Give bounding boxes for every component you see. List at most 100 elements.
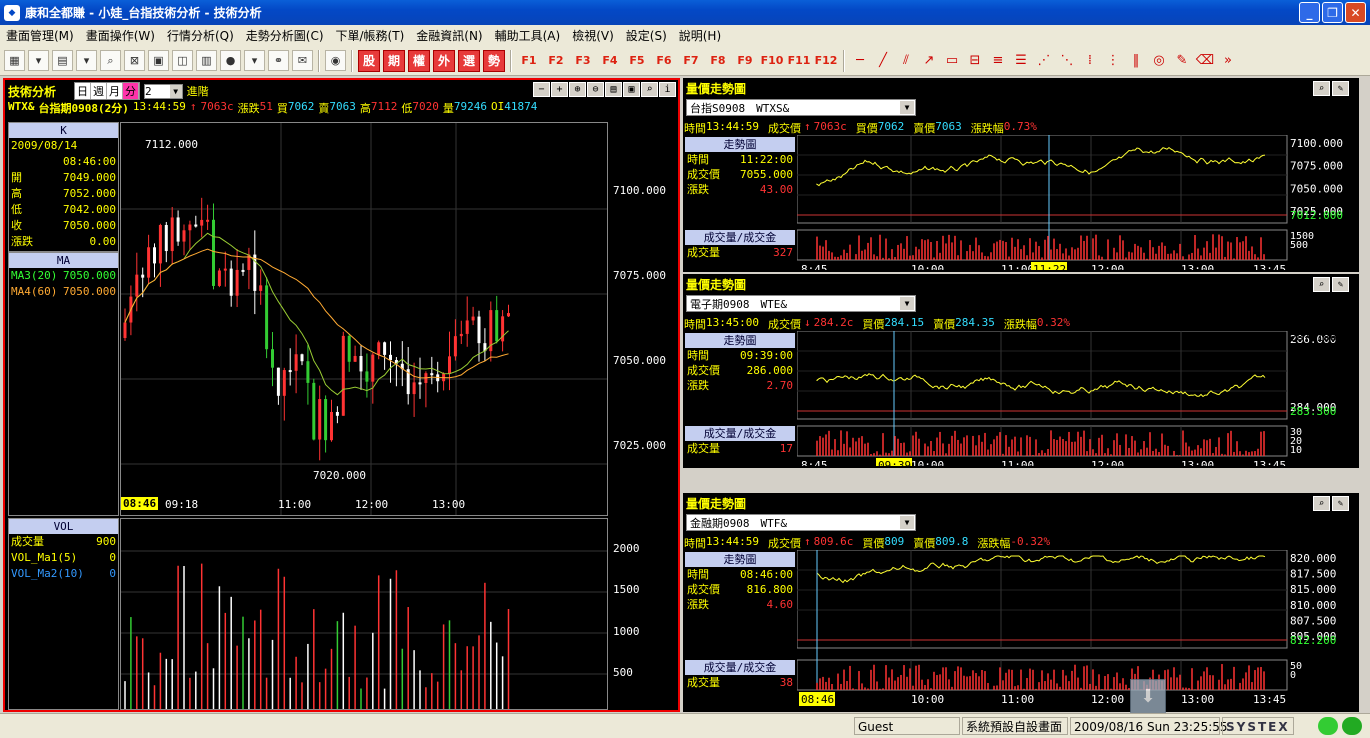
f7-key[interactable]: F7 (679, 54, 703, 67)
menu-item[interactable]: 畫面管理(M) (0, 27, 80, 44)
more-tools-icon[interactable]: » (1218, 51, 1238, 71)
quote-ask: 7063 (329, 100, 356, 113)
line-tool-icon[interactable]: ╱ (873, 51, 893, 71)
f10-key[interactable]: F10 (760, 54, 784, 67)
search-icon[interactable]: ⌕ (1313, 81, 1330, 96)
zoom-out-icon[interactable]: ⊖ (587, 82, 604, 97)
volume-chart[interactable] (120, 518, 608, 710)
symbol-select[interactable]: 金融期0908 WTF& ▼ (686, 514, 916, 531)
parallel-tool-icon[interactable]: ⫽ (896, 51, 916, 71)
gann-tool-icon[interactable]: ⋱ (1057, 51, 1077, 71)
menu-item[interactable]: 檢視(V) (566, 27, 620, 44)
tile-icon[interactable]: ◫ (172, 50, 193, 71)
close-button[interactable]: ✕ (1345, 2, 1366, 23)
period-day[interactable]: 日 (75, 83, 92, 99)
foreign-button[interactable]: 外 (433, 49, 455, 72)
hline-tool-icon[interactable]: ─ (850, 51, 870, 71)
arrow-tool-icon[interactable]: ↗ (919, 51, 939, 71)
advanced-link[interactable]: 進階 (187, 83, 209, 99)
f8-key[interactable]: F8 (706, 54, 730, 67)
table-icon[interactable]: ▥ (196, 50, 217, 71)
trend-svg[interactable]: 7100.0007075.0007050.0007025.0007012.000… (797, 135, 1357, 270)
settings-icon[interactable]: ✎ (1332, 81, 1349, 96)
axis-tick: 7075.000 (1290, 160, 1343, 173)
fib-tool-icon[interactable]: ≡ (988, 51, 1008, 71)
futures-button[interactable]: 期 (383, 49, 405, 72)
volume-info: 成交量/成交金 成交量 327 (685, 230, 795, 260)
info-icon[interactable]: i (659, 82, 676, 97)
logo-icon[interactable]: ◉ (325, 50, 346, 71)
search-icon[interactable]: ⌕ (1313, 496, 1330, 511)
f9-key[interactable]: F9 (733, 54, 757, 67)
trend-svg[interactable]: 286.000284.000283.300287.1863020108:45 10… (797, 331, 1357, 466)
period-minute[interactable]: 分 (123, 83, 140, 99)
symbol-select[interactable]: 電子期0908 WTE& ▼ (686, 295, 916, 312)
cycle-tool-icon[interactable]: ⁞ (1080, 51, 1100, 71)
f6-key[interactable]: F6 (652, 54, 676, 67)
q-bid-label: 買價 (862, 537, 885, 550)
search-icon[interactable]: ⌕ (1313, 277, 1330, 292)
download-icon[interactable]: ⬇ (1130, 679, 1166, 713)
trend-svg[interactable]: 820.000817.500815.000810.000807.500805.0… (797, 550, 1357, 710)
stock-button[interactable]: 股 (358, 49, 380, 72)
f2-key[interactable]: F2 (544, 54, 568, 67)
menu-item[interactable]: 金融資訊(N) (410, 27, 488, 44)
menu-item[interactable]: 行情分析(Q) (161, 27, 240, 44)
f5-key[interactable]: F5 (625, 54, 649, 67)
period-week[interactable]: 週 (91, 83, 108, 99)
f3-key[interactable]: F3 (571, 54, 595, 67)
document-icon[interactable]: ▤ (52, 50, 73, 71)
channel-tool-icon[interactable]: ⊟ (965, 51, 985, 71)
panel-title: 量價走勢圖 (686, 497, 747, 511)
grid-tool-icon[interactable]: ⋮ (1103, 51, 1123, 71)
save-icon[interactable]: ▣ (623, 82, 640, 97)
eraser-tool-icon[interactable]: ⌫ (1195, 51, 1215, 71)
menu-item[interactable]: 輔助工具(A) (489, 27, 567, 44)
interval-select[interactable]: 2 ▼ (144, 83, 183, 99)
search-icon[interactable]: ⌕ (641, 82, 658, 97)
q-pct: 0.32% (1036, 316, 1070, 329)
plus-icon[interactable]: + (551, 82, 568, 97)
time-tick: 12:00 (1091, 459, 1124, 466)
trend-button[interactable]: 勢 (483, 49, 505, 72)
f11-key[interactable]: F11 (787, 54, 811, 67)
rect-tool-icon[interactable]: ▭ (942, 51, 962, 71)
minimize-button[interactable]: _ (1299, 2, 1320, 23)
dropdown-icon[interactable]: ▾ (244, 50, 265, 71)
layout-icon[interactable]: ▦ (4, 50, 25, 71)
pen-tool-icon[interactable]: ✎ (1172, 51, 1192, 71)
minus-icon[interactable]: − (533, 82, 550, 97)
candle-body (459, 333, 463, 337)
menu-item[interactable]: 說明(H) (673, 27, 727, 44)
select-button[interactable]: 選 (458, 49, 480, 72)
close-window-icon[interactable]: ⊠ (124, 50, 145, 71)
period-month[interactable]: 月 (107, 83, 124, 99)
mail-icon[interactable]: ✉ (292, 50, 313, 71)
menu-item[interactable]: 下單/帳務(T) (330, 27, 411, 44)
levels-tool-icon[interactable]: ☰ (1011, 51, 1031, 71)
window-icon[interactable]: ▣ (148, 50, 169, 71)
zoom-in-icon[interactable]: ⊕ (569, 82, 586, 97)
menu-item[interactable]: 走勢分析圖(C) (240, 27, 330, 44)
f1-key[interactable]: F1 (517, 54, 541, 67)
menu-item[interactable]: 畫面操作(W) (80, 27, 161, 44)
f4-key[interactable]: F4 (598, 54, 622, 67)
settings-icon[interactable]: ✎ (1332, 277, 1349, 292)
link-icon[interactable]: ⚭ (268, 50, 289, 71)
symbol-value: 電子期0908 WTE& (690, 297, 787, 311)
dropdown-icon[interactable]: ▾ (76, 50, 97, 71)
f12-key[interactable]: F12 (814, 54, 838, 67)
fan-tool-icon[interactable]: ⋰ (1034, 51, 1054, 71)
candlestick-chart[interactable] (120, 122, 608, 516)
dropdown-icon[interactable]: ▾ (28, 50, 49, 71)
options-button[interactable]: 權 (408, 49, 430, 72)
symbol-select[interactable]: 台指S0908 WTXS& ▼ (686, 99, 916, 116)
coin-icon[interactable]: ● (220, 50, 241, 71)
period-tool-icon[interactable]: ‖ (1126, 51, 1146, 71)
search-icon[interactable]: ⌕ (100, 50, 121, 71)
data-icon[interactable]: ▤ (605, 82, 622, 97)
settings-icon[interactable]: ✎ (1332, 496, 1349, 511)
menu-item[interactable]: 設定(S) (620, 27, 673, 44)
restore-button[interactable]: ❐ (1322, 2, 1343, 23)
spiral-tool-icon[interactable]: ◎ (1149, 51, 1169, 71)
